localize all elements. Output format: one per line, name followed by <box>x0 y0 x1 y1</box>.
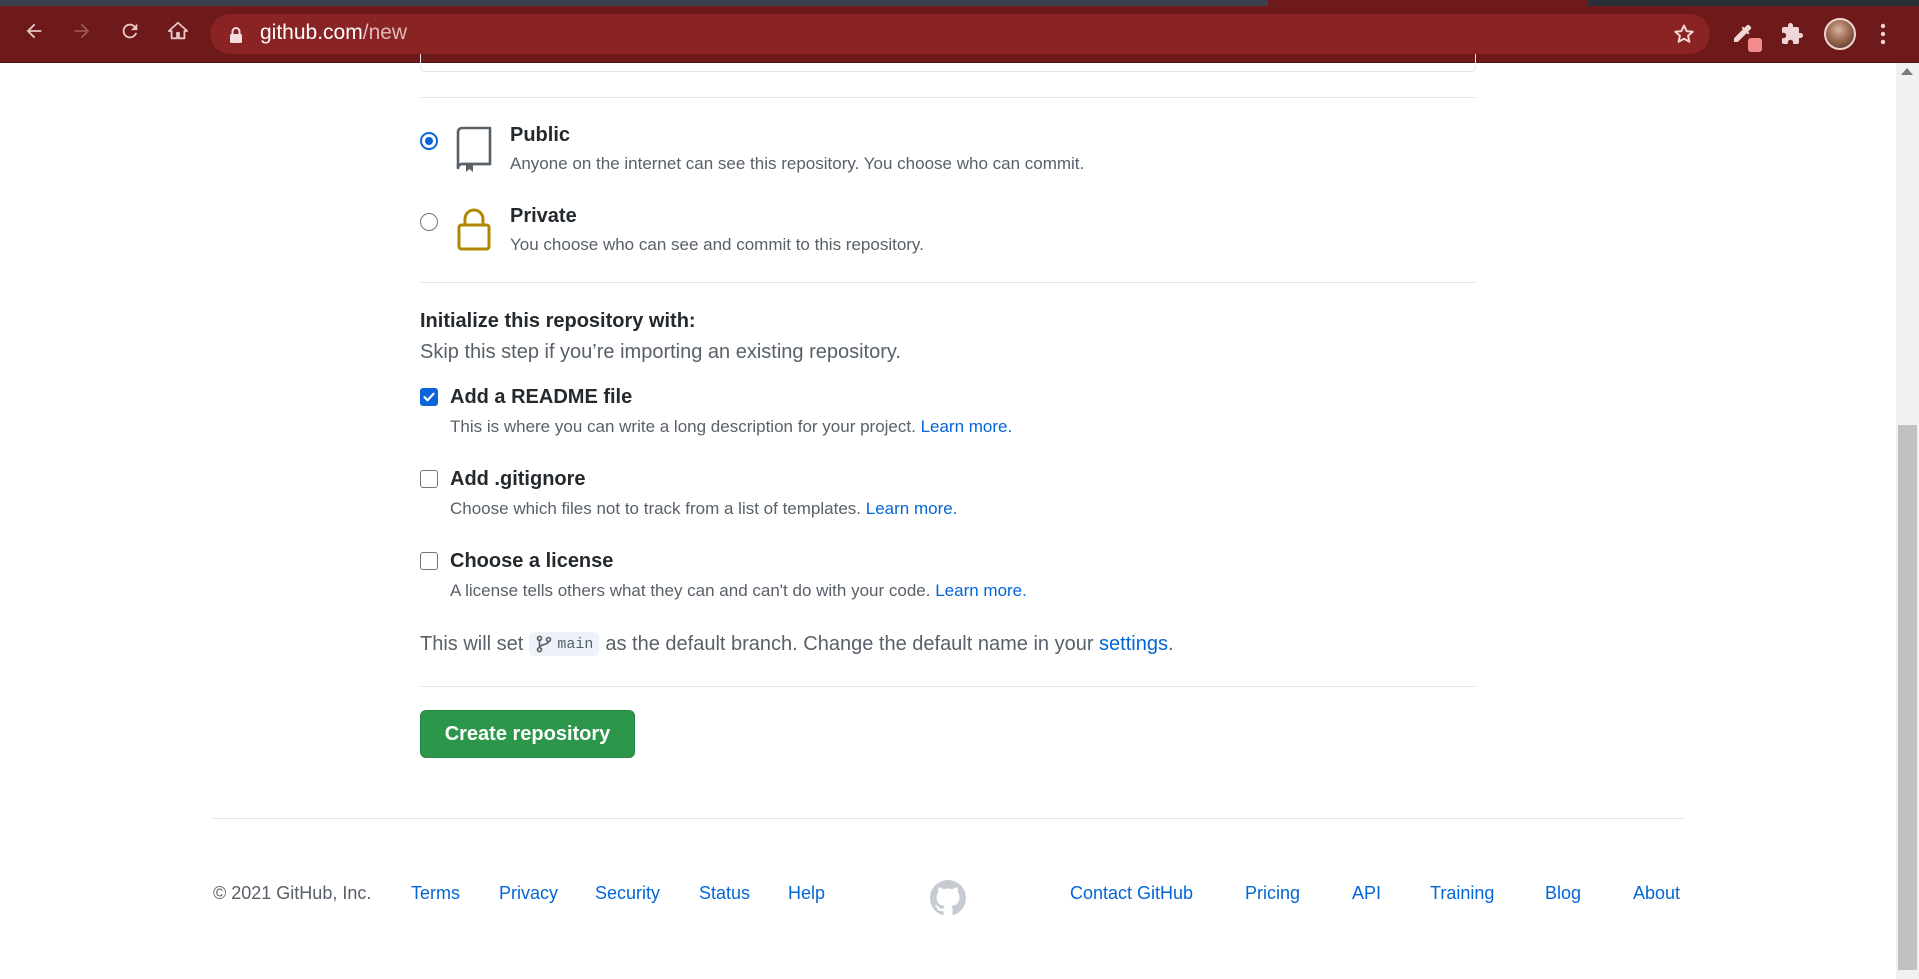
profile-avatar[interactable] <box>1824 18 1856 50</box>
gitignore-description-text: Choose which files not to track from a l… <box>450 499 862 518</box>
footer-link-training[interactable]: Training <box>1430 883 1494 904</box>
readme-checkbox[interactable] <box>420 388 438 406</box>
visibility-public-radio[interactable] <box>420 132 438 150</box>
bookmark-star-icon[interactable] <box>1672 22 1696 46</box>
readme-label[interactable]: Add a README file <box>450 386 632 409</box>
tab-strip <box>0 0 1268 6</box>
url-host: github.com <box>260 21 363 44</box>
public-title: Public <box>510 124 571 146</box>
extension-badge <box>1748 38 1762 52</box>
home-button[interactable] <box>164 17 192 45</box>
repo-icon <box>456 126 492 172</box>
tab-strip-right <box>1588 0 1919 6</box>
footer-link-security[interactable]: Security <box>595 883 660 904</box>
private-title: Private <box>510 205 577 227</box>
address-url[interactable]: github.com/new <box>260 21 407 45</box>
github-mark-icon[interactable] <box>930 880 966 916</box>
branch-name: main <box>557 635 594 653</box>
secure-lock-icon[interactable] <box>228 26 244 44</box>
scroll-up-arrow-icon[interactable] <box>1901 68 1913 75</box>
license-label[interactable]: Choose a license <box>450 550 613 573</box>
public-description: Anyone on the internet can see this repo… <box>510 154 1085 173</box>
footer-link-about[interactable]: About <box>1633 883 1680 904</box>
visibility-private-radio[interactable] <box>420 213 438 231</box>
create-repository-button[interactable]: Create repository <box>420 710 635 758</box>
footer-link-privacy[interactable]: Privacy <box>499 883 558 904</box>
divider <box>420 282 1476 283</box>
gitignore-label[interactable]: Add .gitignore <box>450 468 586 491</box>
home-icon <box>167 21 189 40</box>
footer-link-pricing[interactable]: Pricing <box>1245 883 1300 904</box>
footer-link-terms[interactable]: Terms <box>411 883 460 904</box>
license-checkbox[interactable] <box>420 552 438 570</box>
license-learn-more-link[interactable]: Learn more. <box>935 581 1027 600</box>
branch-name-chip: main <box>529 632 600 656</box>
footer-copyright: © 2021 GitHub, Inc. <box>213 883 372 903</box>
checkmark-icon <box>423 392 435 402</box>
arrow-left-icon <box>26 23 42 39</box>
initialize-subtitle: Skip this step if you’re importing an ex… <box>420 341 901 363</box>
license-description: A license tells others what they can and… <box>450 581 1027 601</box>
footer-link-contact[interactable]: Contact GitHub <box>1070 883 1193 904</box>
forward-button[interactable] <box>68 17 96 45</box>
more-vertical-icon[interactable] <box>1878 22 1888 46</box>
gitignore-learn-more-link[interactable]: Learn more. <box>866 499 958 518</box>
reload-button[interactable] <box>116 17 144 45</box>
readme-description-text: This is where you can write a long descr… <box>450 417 916 436</box>
divider <box>420 97 1476 98</box>
settings-link[interactable]: settings <box>1099 633 1168 656</box>
footer-link-status[interactable]: Status <box>699 883 750 904</box>
license-description-text: A license tells others what they can and… <box>450 581 931 600</box>
footer-link-blog[interactable]: Blog <box>1545 883 1581 904</box>
readme-learn-more-link[interactable]: Learn more. <box>921 417 1013 436</box>
extensions-puzzle-icon[interactable] <box>1780 22 1804 46</box>
gitignore-checkbox[interactable] <box>420 470 438 488</box>
back-button[interactable] <box>20 17 48 45</box>
branch-prefix-text: This will set <box>420 632 524 655</box>
initialize-title: Initialize this repository with: <box>420 310 696 332</box>
address-bar[interactable] <box>210 14 1710 54</box>
default-branch-note: This will set main as the default branch… <box>420 632 1174 656</box>
readme-description: This is where you can write a long descr… <box>450 417 1012 437</box>
description-input[interactable] <box>420 54 1476 72</box>
branch-middle-text: as the default branch. Change the defaul… <box>605 632 1094 655</box>
url-path: /new <box>362 21 408 44</box>
scrollbar-thumb[interactable] <box>1898 425 1917 970</box>
private-description: You choose who can see and commit to thi… <box>510 235 924 254</box>
footer-link-api[interactable]: API <box>1352 883 1381 904</box>
git-branch-icon <box>537 635 552 653</box>
footer-link-help[interactable]: Help <box>788 883 825 904</box>
arrow-right-icon <box>74 23 90 39</box>
reload-icon <box>122 23 138 39</box>
branch-suffix-text: . <box>1167 632 1174 655</box>
footer-divider <box>213 818 1685 819</box>
lock-icon <box>457 208 491 251</box>
gitignore-description: Choose which files not to track from a l… <box>450 499 957 519</box>
divider <box>420 686 1476 687</box>
